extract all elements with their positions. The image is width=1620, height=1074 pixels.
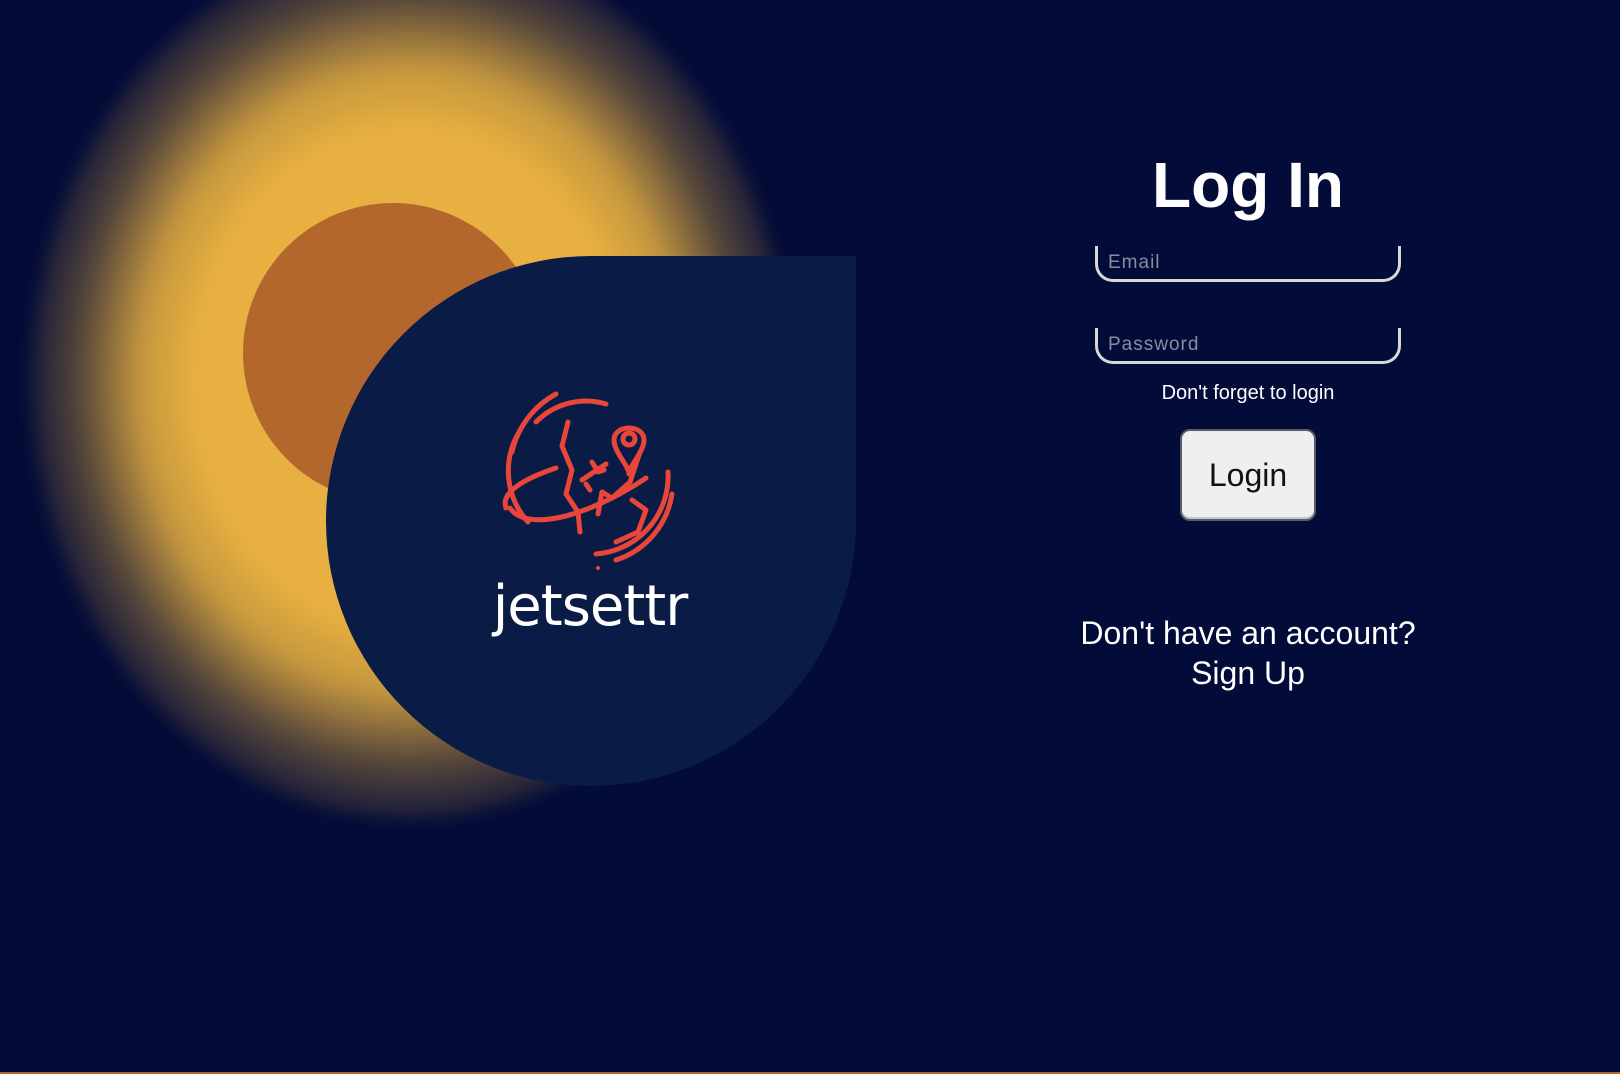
brand-wordmark: jetsettr bbox=[492, 574, 689, 639]
page-title: Log In bbox=[1152, 149, 1344, 221]
login-hint: Don't forget to login bbox=[1161, 382, 1335, 404]
login-panel: Log In Don't forget to login Login Don't… bbox=[1028, 140, 1468, 693]
password-field[interactable] bbox=[1095, 328, 1401, 364]
signup-prompt: Don't have an account? bbox=[1080, 615, 1416, 651]
login-button[interactable]: Login bbox=[1180, 429, 1316, 521]
signup-link[interactable]: Sign Up bbox=[1028, 653, 1468, 693]
email-field[interactable] bbox=[1095, 246, 1401, 282]
globe-plane-pin-icon bbox=[502, 391, 675, 570]
